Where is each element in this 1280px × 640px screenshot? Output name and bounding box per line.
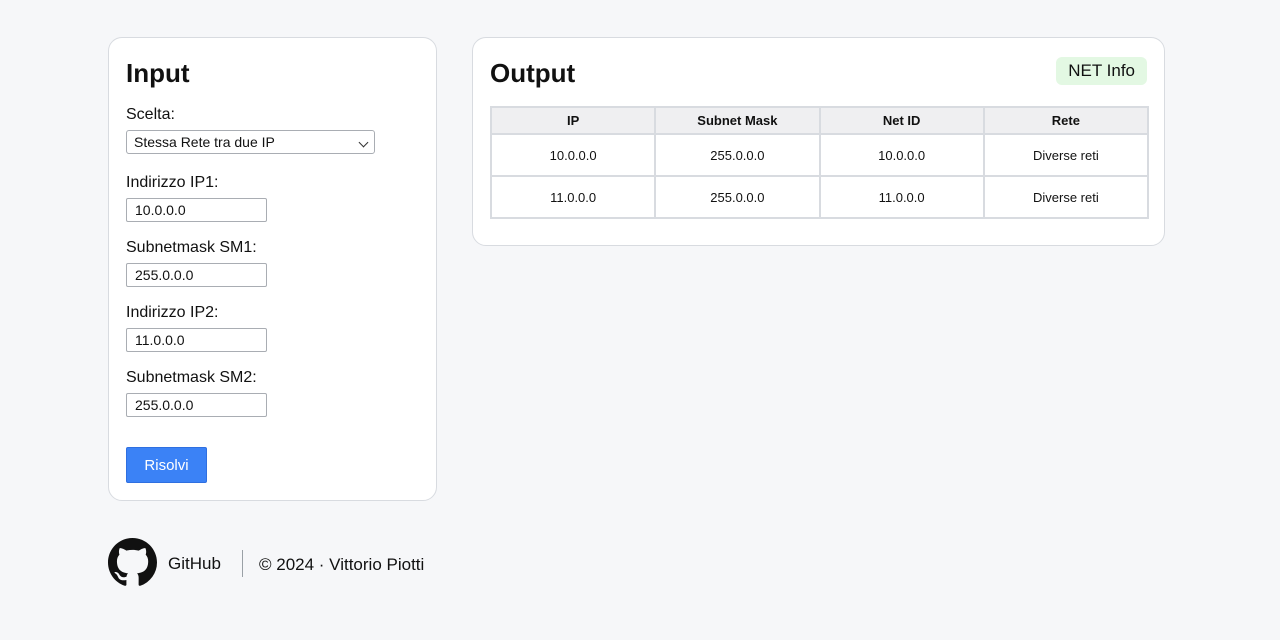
footer-divider bbox=[242, 550, 243, 577]
table-header-row: IP Subnet Mask Net ID Rete bbox=[489, 106, 1150, 135]
choice-select[interactable]: Stessa Rete tra due IP bbox=[126, 130, 375, 154]
column-header-subnet-mask: Subnet Mask bbox=[654, 106, 821, 135]
chevron-down-icon bbox=[358, 137, 369, 148]
output-card: Output NET Info IP Subnet Mask Net ID Re… bbox=[472, 37, 1165, 246]
table-cell-ip: 11.0.0.0 bbox=[489, 175, 657, 219]
sm1-label: Subnetmask SM1: bbox=[126, 239, 257, 256]
github-link[interactable]: GitHub bbox=[168, 554, 221, 574]
sm2-label: Subnetmask SM2: bbox=[126, 369, 257, 386]
table-cell-ip: 10.0.0.0 bbox=[489, 133, 657, 177]
table-row: 10.0.0.0 255.0.0.0 10.0.0.0 Diverse reti bbox=[489, 133, 1150, 177]
ip1-label: Indirizzo IP1: bbox=[126, 174, 219, 191]
risolvi-button[interactable]: Risolvi bbox=[126, 447, 207, 483]
table-cell-rete: Diverse reti bbox=[982, 175, 1150, 219]
output-title: Output bbox=[490, 58, 576, 88]
column-header-net-id: Net ID bbox=[818, 106, 985, 135]
input-title: Input bbox=[126, 58, 190, 88]
column-header-rete: Rete bbox=[982, 106, 1150, 135]
input-card: Input Scelta: Stessa Rete tra due IP Ind… bbox=[108, 37, 437, 501]
ip2-label: Indirizzo IP2: bbox=[126, 304, 219, 321]
table-cell-subnet-mask: 255.0.0.0 bbox=[654, 133, 821, 177]
table-cell-subnet-mask: 255.0.0.0 bbox=[654, 175, 821, 219]
column-header-ip: IP bbox=[489, 106, 657, 135]
table-cell-net-id: 11.0.0.0 bbox=[818, 175, 985, 219]
output-table: IP Subnet Mask Net ID Rete 10.0.0.0 255.… bbox=[489, 106, 1150, 219]
copyright-text: © 2024 · Vittorio Piotti bbox=[259, 555, 425, 574]
table-cell-rete: Diverse reti bbox=[982, 133, 1150, 177]
table-cell-net-id: 10.0.0.0 bbox=[818, 133, 985, 177]
github-icon[interactable] bbox=[108, 538, 157, 587]
choice-select-value: Stessa Rete tra due IP bbox=[134, 134, 275, 150]
net-info-badge: NET Info bbox=[1056, 57, 1147, 85]
table-row: 11.0.0.0 255.0.0.0 11.0.0.0 Diverse reti bbox=[489, 175, 1150, 219]
sm1-input[interactable]: 255.0.0.0 bbox=[126, 263, 267, 287]
sm2-input[interactable]: 255.0.0.0 bbox=[126, 393, 267, 417]
choice-label: Scelta: bbox=[126, 106, 175, 123]
ip2-input[interactable]: 11.0.0.0 bbox=[126, 328, 267, 352]
ip1-input[interactable]: 10.0.0.0 bbox=[126, 198, 267, 222]
